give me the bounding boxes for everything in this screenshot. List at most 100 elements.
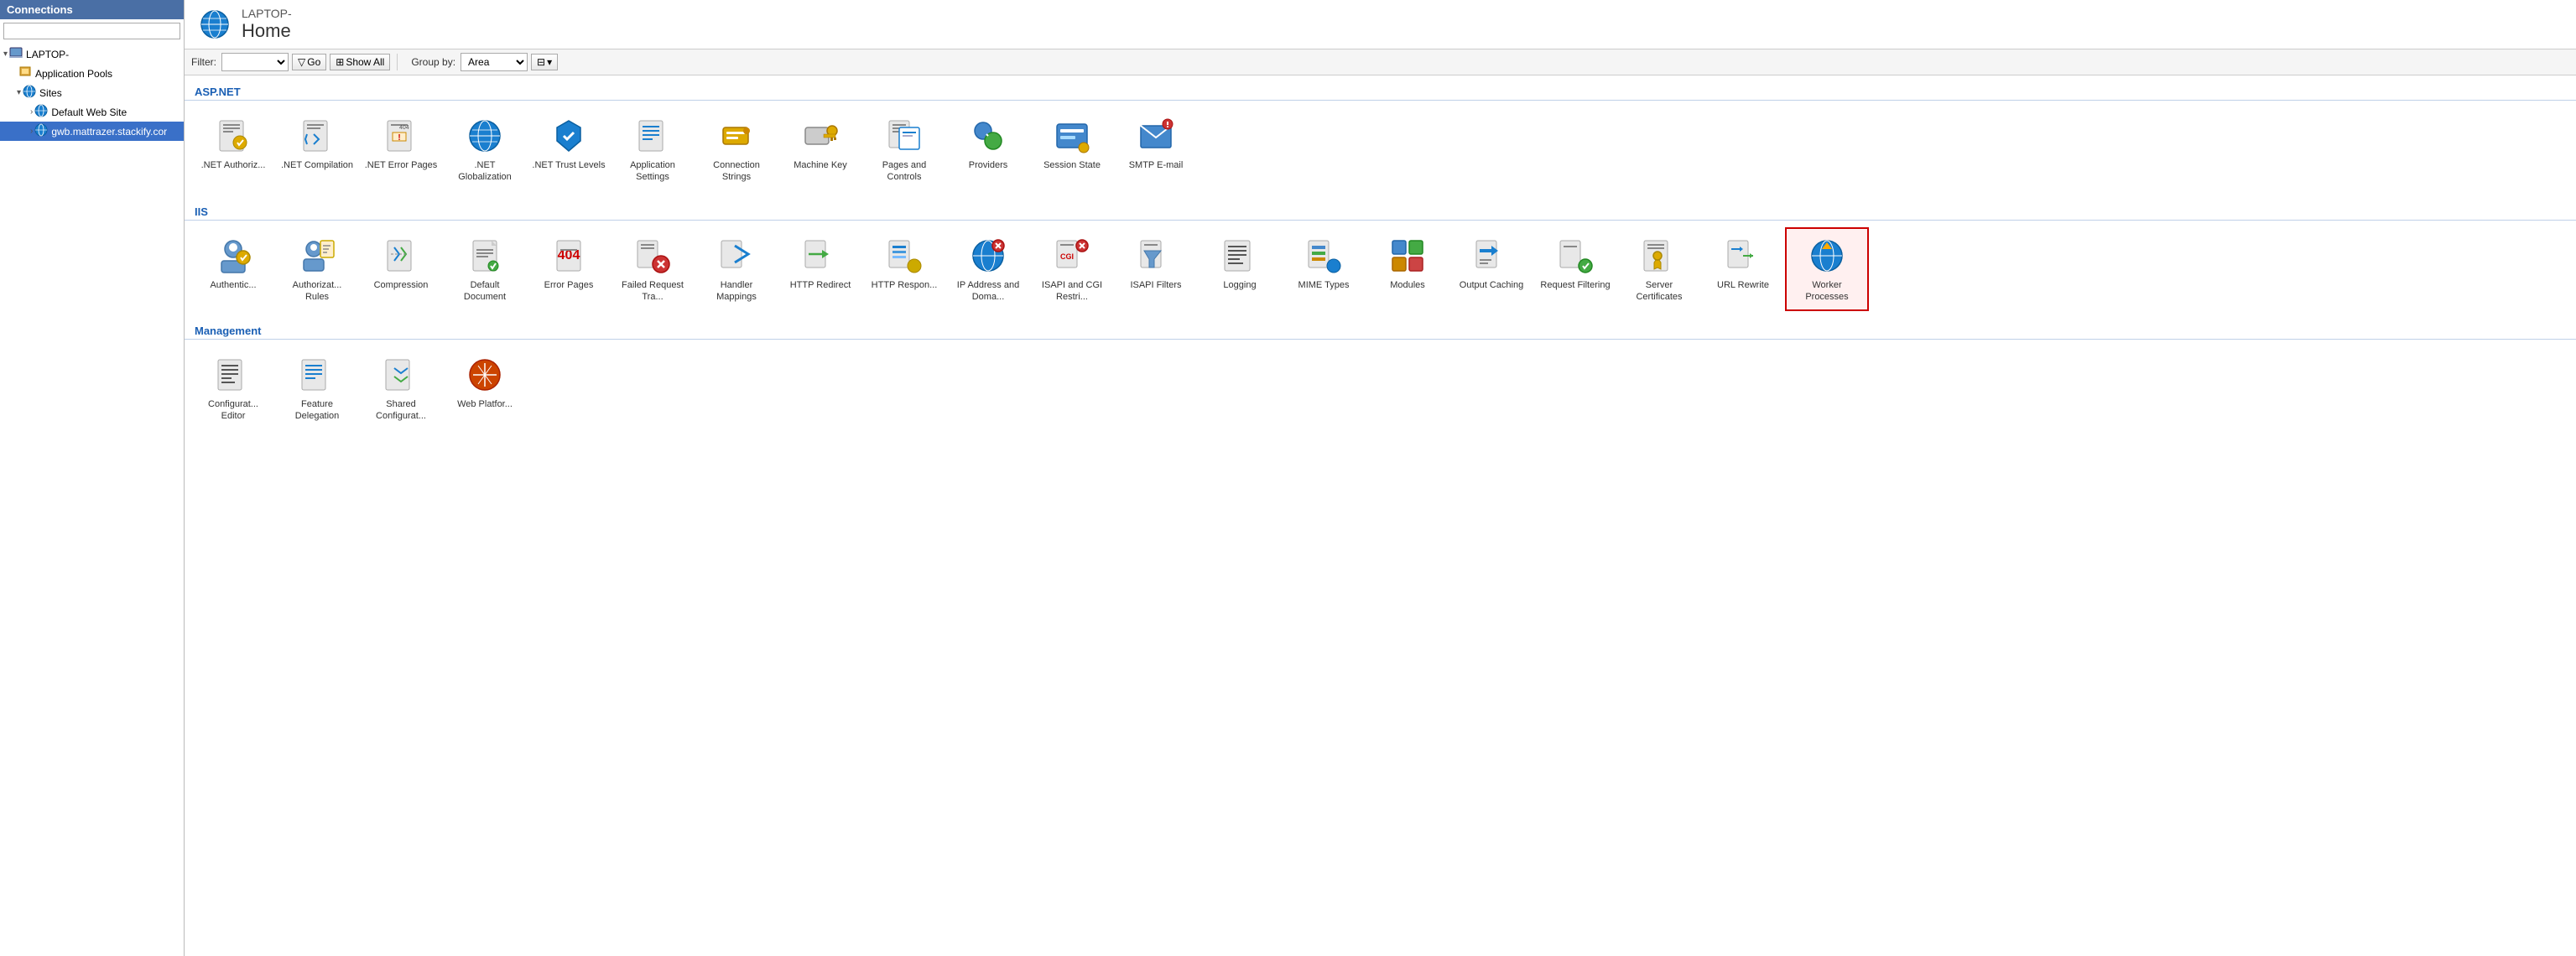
svg-text:CGI: CGI — [1060, 252, 1074, 261]
pages-controls-icon — [884, 116, 924, 156]
feature-item-default-document[interactable]: Default Document — [443, 227, 527, 312]
feature-item-worker-processes[interactable]: Worker Processes — [1785, 227, 1869, 312]
sidebar-item-laptop[interactable]: ▾ LAPTOP- — [0, 44, 184, 64]
expand-icon: ▾ — [3, 49, 8, 59]
section-aspnet: ASP.NET .NET Authoriz... .NET Compilation!… — [185, 82, 2576, 195]
tree-item-label: Default Web Site — [51, 107, 127, 118]
http-redirect-icon — [800, 236, 840, 276]
feature-item-net-authorization[interactable]: .NET Authoriz... — [191, 107, 275, 192]
expand-icon: › — [30, 127, 33, 136]
tree-item-icon — [23, 85, 36, 101]
session-state-icon — [1052, 116, 1092, 156]
filter-select[interactable] — [221, 53, 289, 71]
section-header-iis: IIS — [185, 202, 2576, 221]
feat-delegation-icon — [297, 355, 337, 395]
feature-item-net-compilation[interactable]: .NET Compilation — [275, 107, 359, 192]
output-caching-icon — [1471, 236, 1512, 276]
net-global-icon — [465, 116, 505, 156]
feature-item-url-rewrite[interactable]: URL Rewrite — [1701, 227, 1785, 312]
feature-item-failed-request[interactable]: Failed Request Tra... — [611, 227, 695, 312]
feature-label-net-globalization: .NET Globalization — [448, 159, 522, 184]
section-header-aspnet: ASP.NET — [185, 82, 2576, 101]
compression-icon — [381, 236, 421, 276]
sidebar-item-sites[interactable]: ▾Sites — [0, 83, 184, 102]
feature-item-modules[interactable]: Modules — [1366, 227, 1449, 312]
smtp-email-icon — [1136, 116, 1176, 156]
sidebar-search-input[interactable] — [3, 23, 180, 39]
feature-item-compression[interactable]: Compression — [359, 227, 443, 312]
feature-item-authentication[interactable]: Authentic... — [191, 227, 275, 312]
isapi-filters-icon — [1136, 236, 1176, 276]
net-compilation-icon — [297, 116, 337, 156]
feature-label-pages-controls: Pages and Controls — [867, 159, 941, 184]
url-rewrite-icon — [1723, 236, 1763, 276]
feature-label-net-authorization: .NET Authoriz... — [201, 159, 266, 171]
tree-item-label: LAPTOP- — [26, 49, 69, 60]
feature-item-server-certs[interactable]: Server Certificates — [1617, 227, 1701, 312]
feature-item-web-platform[interactable]: Web Platfor... — [443, 346, 527, 431]
error-pages-icon: 404 — [549, 236, 589, 276]
feature-item-session-state[interactable]: Session State — [1030, 107, 1114, 192]
tree-item-label: Sites — [39, 87, 62, 99]
feature-label-mime-types: MIME Types — [1298, 279, 1350, 291]
group-by-select[interactable]: Area Category Name — [461, 53, 528, 71]
view-toggle-button[interactable]: ⊟ ▾ — [531, 54, 558, 70]
content-area: ASP.NET .NET Authoriz... .NET Compilation!… — [185, 75, 2576, 956]
feature-item-error-pages[interactable]: 404Error Pages — [527, 227, 611, 312]
sidebar-item-gwb-site[interactable]: ›gwb.mattrazer.stackify.cor — [0, 122, 184, 141]
feature-item-net-globalization[interactable]: .NET Globalization — [443, 107, 527, 192]
feature-item-ip-address[interactable]: IP Address and Doma... — [946, 227, 1030, 312]
net-auth-icon — [213, 116, 253, 156]
feature-item-smtp-email[interactable]: SMTP E-mail — [1114, 107, 1198, 192]
feature-item-handler-mappings[interactable]: Handler Mappings — [695, 227, 778, 312]
feature-item-mime-types[interactable]: MIME Types — [1282, 227, 1366, 312]
title-bar: LAPTOP- Home — [185, 0, 2576, 49]
handler-map-icon — [716, 236, 757, 276]
feature-item-isapi-filters[interactable]: ISAPI Filters — [1114, 227, 1198, 312]
feature-item-http-redirect[interactable]: HTTP Redirect — [778, 227, 862, 312]
default-doc-icon — [465, 236, 505, 276]
feature-item-http-response[interactable]: HTTP Respon... — [862, 227, 946, 312]
feature-item-isapi-cgi[interactable]: CGIISAPI and CGI Restri... — [1030, 227, 1114, 312]
feature-label-net-compilation: .NET Compilation — [281, 159, 353, 171]
feature-item-pages-controls[interactable]: Pages and Controls — [862, 107, 946, 192]
server-certs-icon — [1639, 236, 1679, 276]
authentication-icon — [213, 236, 253, 276]
feature-item-shared-config[interactable]: Shared Configurat... — [359, 346, 443, 431]
feature-label-session-state: Session State — [1043, 159, 1101, 171]
feature-item-authorization-rules[interactable]: Authorizat... Rules — [275, 227, 359, 312]
feature-label-compression: Compression — [374, 279, 429, 291]
sidebar-tree: ▾LAPTOP-Application Pools▾Sites›Default … — [0, 43, 184, 956]
net-trust-icon — [549, 116, 589, 156]
show-all-button[interactable]: ⊞ Show All — [330, 54, 390, 70]
ip-domain-icon — [968, 236, 1008, 276]
providers-icon — [968, 116, 1008, 156]
feature-item-feature-delegation[interactable]: Feature Delegation — [275, 346, 359, 431]
failed-request-icon — [632, 236, 673, 276]
feature-label-request-filtering: Request Filtering — [1540, 279, 1610, 291]
feature-item-net-trust[interactable]: .NET Trust Levels — [527, 107, 611, 192]
config-editor-icon — [213, 355, 253, 395]
feature-item-logging[interactable]: Logging — [1198, 227, 1282, 312]
feature-label-ip-address: IP Address and Doma... — [951, 279, 1025, 304]
feature-item-providers[interactable]: Providers — [946, 107, 1030, 192]
web-platform-icon — [465, 355, 505, 395]
title-text: LAPTOP- Home — [242, 7, 292, 42]
section-items-iis: Authentic...Authorizat... Rules Compressi… — [185, 224, 2576, 315]
feature-label-providers: Providers — [969, 159, 1007, 171]
feature-item-machine-key[interactable]: Machine Key — [778, 107, 862, 192]
feature-item-app-settings[interactable]: Application Settings — [611, 107, 695, 192]
net-error-icon: !404 — [381, 116, 421, 156]
feature-item-output-caching[interactable]: Output Caching — [1449, 227, 1533, 312]
feature-label-url-rewrite: URL Rewrite — [1717, 279, 1769, 291]
tree-item-icon — [34, 123, 48, 139]
sidebar-item-default-site[interactable]: ›Default Web Site — [0, 102, 184, 122]
feature-item-connection-strings[interactable]: Connection Strings — [695, 107, 778, 192]
feature-item-config-editor[interactable]: Configurat... Editor — [191, 346, 275, 431]
isapi-cgi-icon: CGI — [1052, 236, 1092, 276]
go-button[interactable]: ▽ Go — [292, 54, 326, 70]
feature-item-net-error-pages[interactable]: !404.NET Error Pages — [359, 107, 443, 192]
feature-label-server-certs: Server Certificates — [1622, 279, 1696, 304]
feature-item-request-filtering[interactable]: Request Filtering — [1533, 227, 1617, 312]
sidebar-item-app-pools[interactable]: Application Pools — [0, 64, 184, 83]
